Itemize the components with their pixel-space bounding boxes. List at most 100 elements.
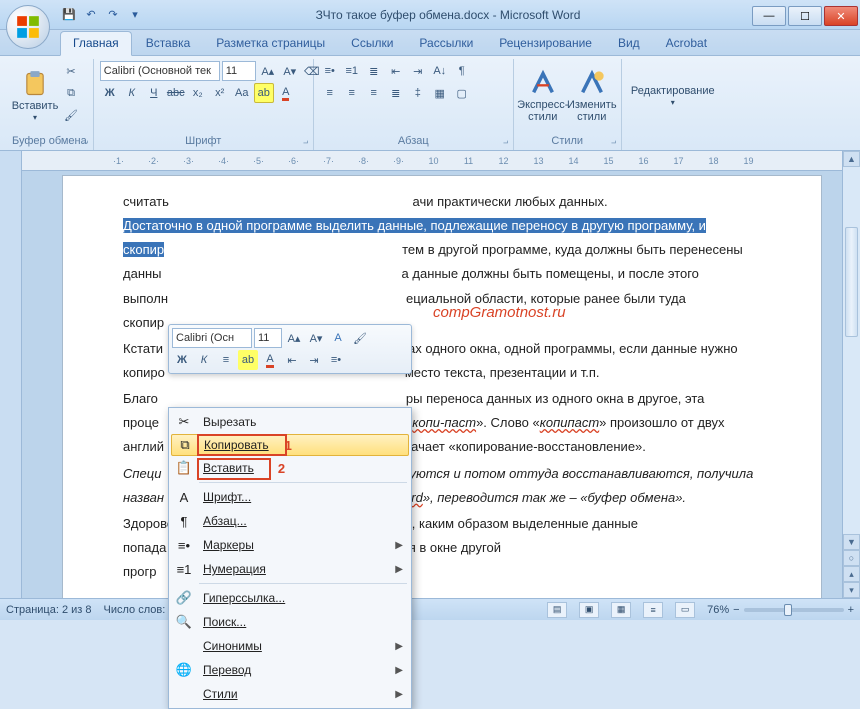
italic-button[interactable]: К bbox=[122, 83, 142, 103]
paste-button[interactable]: Вставить ▾ bbox=[12, 61, 58, 131]
multilevel-button[interactable]: ≣ bbox=[364, 61, 384, 81]
tab-view[interactable]: Вид bbox=[606, 32, 652, 55]
align-left-button[interactable]: ≡ bbox=[320, 83, 340, 103]
format-painter-icon[interactable]: 🖌 bbox=[61, 105, 81, 125]
redo-icon[interactable]: ↷ bbox=[104, 6, 122, 24]
sort-button[interactable]: A↓ bbox=[430, 61, 450, 81]
editing-button[interactable]: Редактирование ▾ bbox=[628, 61, 718, 131]
change-case-button[interactable]: Aa bbox=[232, 83, 252, 103]
mini-font-input[interactable] bbox=[172, 328, 252, 348]
text: англий bbox=[123, 439, 164, 454]
font-name-input[interactable] bbox=[100, 61, 220, 81]
shading-button[interactable]: ▦ bbox=[430, 83, 450, 103]
highlight-button[interactable]: ab bbox=[254, 83, 274, 103]
clipboard-icon bbox=[21, 70, 49, 98]
mini-align-center-button[interactable]: ≡ bbox=[216, 350, 236, 370]
office-button[interactable] bbox=[6, 5, 50, 49]
mini-italic-button[interactable]: К bbox=[194, 350, 214, 370]
shrink-font-icon[interactable]: A▾ bbox=[280, 61, 300, 81]
font-size-input[interactable] bbox=[222, 61, 256, 81]
ctx-numbering[interactable]: ≡1Нумерация▶ bbox=[171, 557, 409, 581]
indent-decrease-button[interactable]: ⇤ bbox=[386, 61, 406, 81]
ctx-paragraph[interactable]: ¶Абзац... bbox=[171, 509, 409, 533]
mini-grow-font-icon[interactable]: A▴ bbox=[284, 328, 304, 348]
prev-page-icon[interactable]: ▴ bbox=[843, 566, 860, 582]
view-draft-icon[interactable]: ▭ bbox=[675, 602, 695, 618]
ctx-hyperlink[interactable]: 🔗Гиперссылка... bbox=[171, 586, 409, 610]
view-fullscreen-icon[interactable]: ▣ bbox=[579, 602, 599, 618]
font-color-button[interactable]: A bbox=[276, 83, 296, 103]
browse-object-icon[interactable]: ○ bbox=[843, 550, 860, 566]
ctx-lookup[interactable]: 🔍Поиск... bbox=[171, 610, 409, 634]
document-area[interactable]: ·1··2··3··4··5··6··7··8··9·1011121314151… bbox=[22, 151, 842, 598]
view-print-layout-icon[interactable]: ▤ bbox=[547, 602, 567, 618]
tab-review[interactable]: Рецензирование bbox=[487, 32, 604, 55]
zoom-level[interactable]: 76% bbox=[707, 604, 729, 616]
tab-mailings[interactable]: Рассылки bbox=[407, 32, 485, 55]
close-button[interactable]: ✕ bbox=[824, 6, 858, 26]
mini-indent-inc-button[interactable]: ⇥ bbox=[304, 350, 324, 370]
zoom-slider[interactable] bbox=[744, 608, 844, 612]
mini-bold-button[interactable]: Ж bbox=[172, 350, 192, 370]
change-styles-button[interactable]: Изменить стили bbox=[569, 61, 615, 131]
superscript-button[interactable]: x² bbox=[210, 83, 230, 103]
strike-button[interactable]: abc bbox=[166, 83, 186, 103]
tab-acrobat[interactable]: Acrobat bbox=[654, 32, 719, 55]
mini-bullets-button[interactable]: ≡• bbox=[326, 350, 346, 370]
align-right-button[interactable]: ≡ bbox=[364, 83, 384, 103]
ctx-para-label: Абзац... bbox=[203, 514, 247, 528]
subscript-button[interactable]: x₂ bbox=[188, 83, 208, 103]
save-icon[interactable]: 💾 bbox=[60, 6, 78, 24]
cut-icon[interactable]: ✂ bbox=[61, 61, 81, 81]
scroll-down-icon[interactable]: ▼ bbox=[843, 534, 860, 550]
align-center-button[interactable]: ≡ bbox=[342, 83, 362, 103]
bold-button[interactable]: Ж bbox=[100, 83, 120, 103]
ctx-cut[interactable]: ✂Вырезать bbox=[171, 410, 409, 434]
next-page-icon[interactable]: ▾ bbox=[843, 582, 860, 598]
underline-button[interactable]: Ч bbox=[144, 83, 164, 103]
scroll-track[interactable] bbox=[843, 167, 860, 534]
mini-size-input[interactable] bbox=[254, 328, 282, 348]
ctx-font[interactable]: AШрифт... bbox=[171, 485, 409, 509]
qat-dropdown-icon[interactable]: ▾ bbox=[126, 6, 144, 24]
view-outline-icon[interactable]: ≡ bbox=[643, 602, 663, 618]
indent-increase-button[interactable]: ⇥ bbox=[408, 61, 428, 81]
status-page[interactable]: Страница: 2 из 8 bbox=[6, 604, 92, 616]
mini-font-color-button[interactable]: A bbox=[260, 350, 280, 370]
zoom-out-button[interactable]: − bbox=[733, 604, 739, 616]
change-styles-icon bbox=[578, 69, 606, 97]
mini-styles-icon[interactable]: A bbox=[328, 328, 348, 348]
mini-highlight-button[interactable]: ab bbox=[238, 350, 258, 370]
show-marks-button[interactable]: ¶ bbox=[452, 61, 472, 81]
mini-format-painter-icon[interactable]: 🖌 bbox=[350, 328, 370, 348]
line-spacing-button[interactable]: ‡ bbox=[408, 83, 428, 103]
tab-layout[interactable]: Разметка страницы bbox=[204, 32, 337, 55]
vertical-scrollbar[interactable]: ▲ ▼ ○ ▴ ▾ bbox=[842, 151, 860, 598]
copy-icon[interactable]: ⧉ bbox=[61, 83, 81, 103]
bullets-button[interactable]: ≡• bbox=[320, 61, 340, 81]
ctx-paste[interactable]: 📋Вставить2 bbox=[171, 456, 409, 480]
ctx-copy[interactable]: ⧉Копировать1 bbox=[171, 434, 409, 456]
minimize-button[interactable]: — bbox=[752, 6, 786, 26]
ctx-translate[interactable]: 🌐Перевод▶ bbox=[171, 658, 409, 682]
align-justify-button[interactable]: ≣ bbox=[386, 83, 406, 103]
quick-styles-button[interactable]: Экспресс-стили bbox=[520, 61, 566, 131]
scroll-thumb[interactable] bbox=[845, 227, 858, 337]
grow-font-icon[interactable]: A▴ bbox=[258, 61, 278, 81]
zoom-in-button[interactable]: + bbox=[848, 604, 854, 616]
zoom-knob[interactable] bbox=[784, 604, 792, 616]
mini-indent-dec-button[interactable]: ⇤ bbox=[282, 350, 302, 370]
view-web-icon[interactable]: ▦ bbox=[611, 602, 631, 618]
mini-shrink-font-icon[interactable]: A▾ bbox=[306, 328, 326, 348]
ctx-bullets[interactable]: ≡•Маркеры▶ bbox=[171, 533, 409, 557]
scroll-up-icon[interactable]: ▲ bbox=[843, 151, 860, 167]
ctx-synonyms[interactable]: Синонимы▶ bbox=[171, 634, 409, 658]
tab-references[interactable]: Ссылки bbox=[339, 32, 405, 55]
tab-insert[interactable]: Вставка bbox=[134, 32, 203, 55]
undo-icon[interactable]: ↶ bbox=[82, 6, 100, 24]
maximize-button[interactable]: ☐ bbox=[788, 6, 822, 26]
ctx-styles[interactable]: Стили▶ bbox=[171, 682, 409, 706]
borders-button[interactable]: ▢ bbox=[452, 83, 472, 103]
numbering-button[interactable]: ≡1 bbox=[342, 61, 362, 81]
tab-home[interactable]: Главная bbox=[60, 31, 132, 56]
